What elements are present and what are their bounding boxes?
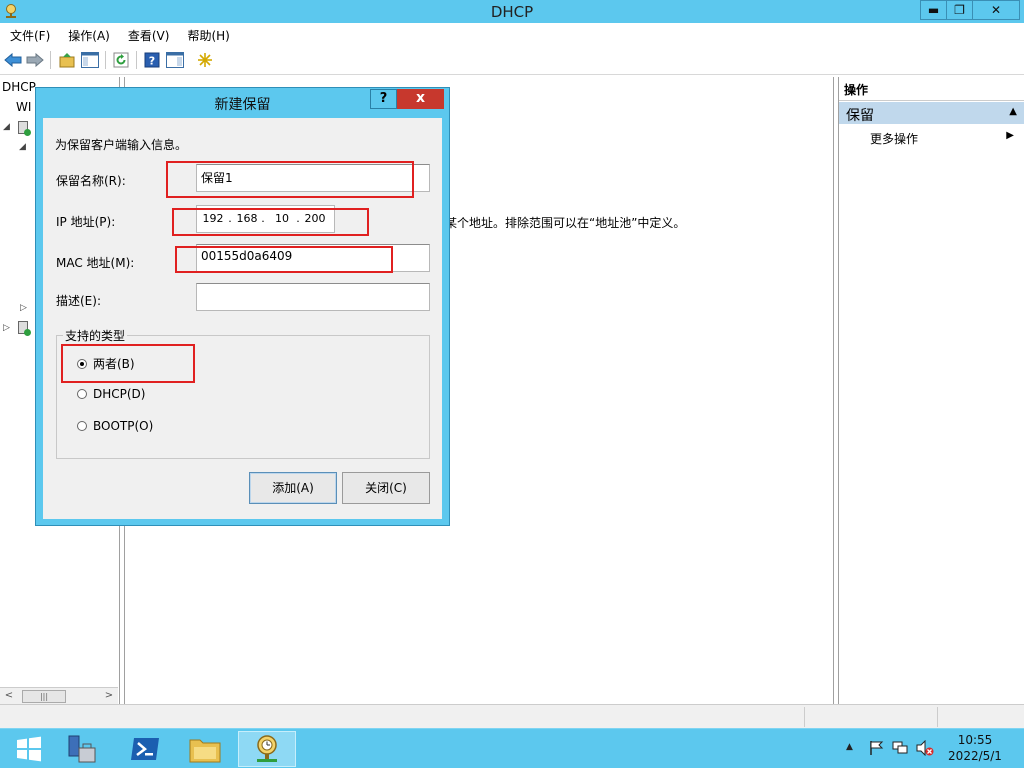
toolbar-separator (50, 51, 51, 69)
tree-server-node[interactable]: WI (16, 100, 31, 114)
maximize-button[interactable]: ❐ (946, 0, 973, 20)
status-separator (804, 707, 805, 727)
menu-bar: 文件(F) 操作(A) 查看(V) 帮助(H) (0, 23, 1024, 45)
ip-address-input[interactable]: 192 . 168 . 10 . 200 (196, 205, 335, 233)
reservation-name-input[interactable]: 保留1 (196, 164, 430, 192)
ipv6-node-icon[interactable] (18, 321, 31, 336)
radio-bootp-label: BOOTP(O) (93, 419, 154, 433)
actions-section-reservation[interactable]: 保留 ▲ (839, 102, 1024, 124)
mac-address-label: MAC 地址(M): (56, 256, 135, 270)
ip-address-label: IP 地址(P): (56, 215, 116, 229)
ip-dot: . (228, 212, 232, 225)
tree-horizontal-scrollbar[interactable]: < ||| > (0, 687, 118, 704)
window-title: DHCP (490, 3, 534, 21)
volume-muted-icon[interactable] (916, 740, 934, 756)
reservation-name-label: 保留名称(R): (56, 174, 126, 188)
tree-collapse-arrow[interactable]: ▷ (20, 303, 27, 313)
tree-expand-arrow[interactable]: ◢ (3, 122, 10, 132)
title-bar[interactable]: DHCP ▬ ❐ ✕ (0, 0, 1024, 23)
back-icon[interactable] (3, 50, 23, 70)
flag-icon[interactable] (868, 740, 884, 756)
start-button[interactable] (0, 731, 58, 767)
collapse-up-icon[interactable]: ▲ (1009, 106, 1017, 117)
refresh-icon[interactable] (111, 50, 131, 70)
up-folder-icon[interactable] (57, 50, 77, 70)
folder-icon (189, 739, 221, 763)
taskbar: ▲ 10:55 2022/5/1 (0, 728, 1024, 768)
dialog-intro-text: 为保留客户端输入信息。 (55, 138, 188, 152)
toolbar-separator (105, 51, 106, 69)
dhcp-taskbar-icon (257, 735, 277, 762)
clock-date: 2022/5/1 (948, 749, 1002, 763)
radio-bootp[interactable]: BOOTP(O) (77, 419, 153, 433)
submenu-arrow-icon[interactable]: ▶ (1006, 130, 1014, 141)
new-star-icon[interactable] (195, 50, 215, 70)
taskbar-dhcp[interactable] (238, 731, 296, 767)
ip-octet-2[interactable]: 168 (235, 212, 259, 225)
menu-view[interactable]: 查看(V) (118, 23, 178, 45)
actions-pane: 操作 保留 ▲ 更多操作 ▶ (838, 77, 1024, 704)
properties-pane-icon[interactable] (165, 50, 185, 70)
clock-time: 10:55 (957, 733, 993, 747)
tree-expand-arrow[interactable]: ◢ (19, 142, 26, 152)
menu-file[interactable]: 文件(F) (0, 23, 58, 45)
powershell-icon (131, 738, 159, 760)
tree-root-dhcp[interactable]: DHCP (2, 80, 36, 94)
minimize-button[interactable]: ▬ (920, 0, 947, 20)
scroll-left-icon[interactable]: < (1, 689, 17, 704)
scroll-thumb[interactable]: ||| (22, 690, 66, 703)
forward-icon[interactable] (25, 50, 45, 70)
toolbar-separator (136, 51, 137, 69)
ip-octet-3[interactable]: 10 (270, 212, 294, 225)
show-hide-tree-icon[interactable] (80, 50, 100, 70)
scroll-right-icon[interactable]: > (101, 689, 117, 704)
details-description-text: 某个地址。排除范围可以在“地址池”中定义。 (445, 216, 686, 230)
ip-octet-4[interactable]: 200 (303, 212, 327, 225)
radio-dhcp[interactable]: DHCP(D) (77, 387, 145, 401)
ip-dot: . (296, 212, 300, 225)
actions-header: 操作 (839, 81, 1024, 101)
svg-text:?: ? (149, 55, 155, 68)
mac-address-input[interactable]: 00155d0a6409 (196, 244, 430, 272)
status-separator (937, 707, 938, 727)
dialog-body: 为保留客户端输入信息。 保留名称(R): 保留1 IP 地址(P): 192 .… (43, 118, 442, 519)
radio-both[interactable]: 两者(B) (77, 355, 135, 372)
tree-collapse-arrow[interactable]: ▷ (3, 323, 10, 333)
dialog-help-button[interactable]: ? (370, 89, 397, 109)
radio-unselected-icon[interactable] (77, 421, 87, 431)
windows-logo-icon (17, 736, 41, 762)
show-hidden-icons[interactable]: ▲ (846, 742, 853, 752)
menu-help[interactable]: 帮助(H) (177, 23, 237, 45)
supported-types-title: 支持的类型 (63, 327, 128, 344)
taskbar-file-explorer[interactable] (176, 731, 234, 767)
taskbar-powershell[interactable] (116, 731, 174, 767)
server-manager-icon (68, 735, 96, 763)
menu-action[interactable]: 操作(A) (58, 23, 118, 45)
dialog-close-button[interactable]: x (397, 89, 444, 109)
radio-unselected-icon[interactable] (77, 389, 87, 399)
actions-section-label: 保留 (846, 108, 874, 124)
toolbar: ? (0, 45, 1024, 75)
more-actions-item[interactable]: 更多操作 (870, 130, 918, 147)
system-clock[interactable]: 10:55 2022/5/1 (940, 732, 1010, 764)
new-reservation-dialog: 新建保留 ? x 为保留客户端输入信息。 保留名称(R): 保留1 IP 地址(… (35, 87, 450, 526)
radio-dhcp-label: DHCP(D) (93, 387, 146, 401)
taskbar-server-manager[interactable] (52, 731, 110, 767)
description-label: 描述(E): (56, 294, 101, 308)
add-button[interactable]: 添加(A) (249, 472, 337, 504)
radio-selected-icon[interactable] (77, 358, 87, 369)
ipv4-node-icon[interactable] (18, 121, 31, 136)
radio-both-label: 两者(B) (93, 357, 135, 371)
ip-octet-1[interactable]: 192 (201, 212, 225, 225)
help-icon[interactable]: ? (142, 50, 162, 70)
description-input[interactable] (196, 283, 430, 311)
close-window-button[interactable]: ✕ (972, 0, 1020, 20)
ip-dot: . (261, 212, 265, 225)
status-bar (0, 704, 1024, 728)
close-dialog-button[interactable]: 关闭(C) (342, 472, 430, 504)
network-icon[interactable] (892, 740, 908, 756)
